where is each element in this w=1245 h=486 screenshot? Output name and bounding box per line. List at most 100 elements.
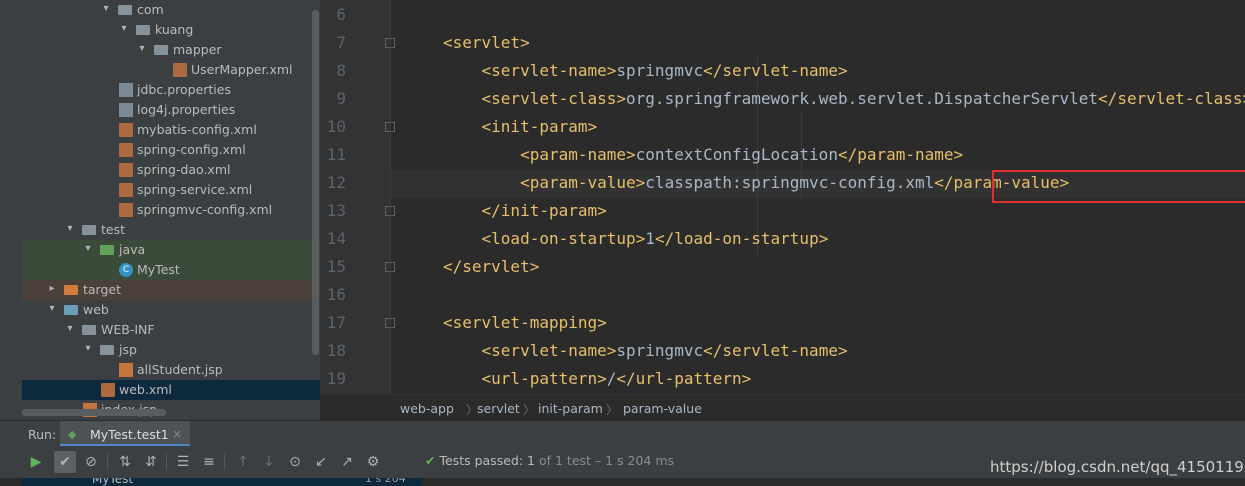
properties-file-icon (119, 103, 133, 117)
next-test-icon[interactable]: ↓ (258, 451, 280, 473)
tree-item-label: spring-dao.xml (137, 162, 231, 177)
chevron-down-icon[interactable]: ▾ (46, 302, 58, 316)
code-line[interactable]: <init-param> (443, 113, 598, 141)
code-line[interactable]: </init-param> (443, 197, 607, 225)
xml-file-icon (119, 143, 133, 157)
sort-by-duration-icon[interactable]: ⇵ (140, 451, 162, 473)
code-line[interactable]: <servlet-class>org.springframework.web.s… (443, 85, 1245, 113)
tree-item-label: jsp (119, 342, 137, 357)
import-tests-icon[interactable]: ↙ (310, 451, 332, 473)
tree-item[interactable]: web.xml (22, 380, 320, 400)
tree-item-label: springmvc-config.xml (137, 202, 273, 217)
tree-item-label: spring-config.xml (137, 142, 246, 157)
tests-status: ✔ Tests passed: 1 of 1 test – 1 s 204 ms (425, 453, 675, 468)
breadcrumb: web-app 〉 servlet 〉 init-param 〉 param-v… (320, 394, 1245, 421)
line-number: 14 (326, 229, 346, 248)
breadcrumb-item-web-app[interactable]: web-app (400, 401, 454, 416)
chevron-down-icon[interactable]: ▾ (118, 22, 130, 36)
tree-item[interactable]: jdbc.properties (0, 80, 320, 100)
line-number: 6 (336, 5, 346, 24)
tree-item[interactable]: ▾ mapper (0, 40, 320, 60)
rerun-icon[interactable]: ▶ (25, 451, 47, 473)
run-tool-window-header: Run: ◆ MyTest.test1 × (0, 420, 1245, 447)
chevron-down-icon[interactable]: ▾ (136, 42, 148, 56)
folder-icon (136, 25, 150, 35)
tree-item[interactable]: ▾ com (0, 0, 320, 20)
tree-item-label: web (83, 302, 109, 317)
tree-item[interactable]: ▾ jsp (0, 340, 320, 360)
tree-item[interactable]: allStudent.jsp (0, 360, 320, 380)
code-line[interactable]: </servlet> (443, 253, 539, 281)
sort-alphabetically-icon[interactable]: ⇅ (114, 451, 136, 473)
test-history-icon[interactable]: ⊙ (284, 451, 306, 473)
breadcrumb-item-init-param[interactable]: init-param (538, 401, 603, 416)
tree-horizontal-scrollbar[interactable] (22, 409, 166, 416)
tree-item[interactable]: spring-dao.xml (0, 160, 320, 180)
tree-item-label: test (101, 222, 126, 237)
code-line[interactable]: <param-name>contextConfigLocation</param… (443, 141, 963, 169)
chevron-down-icon[interactable]: ▾ (100, 2, 112, 16)
gear-icon[interactable]: ⚙ (362, 451, 384, 473)
expand-all-icon[interactable]: ☰ (172, 451, 194, 473)
tree-item[interactable]: mybatis-config.xml (0, 120, 320, 140)
line-number: 16 (326, 285, 346, 304)
line-number: 18 (326, 341, 346, 360)
tree-item[interactable]: ▸ target (22, 280, 320, 300)
tree-item[interactable]: ▾ web (0, 300, 320, 320)
check-icon: ✔ (425, 453, 436, 468)
tree-item-label: target (83, 282, 122, 297)
tree-item[interactable]: UserMapper.xml (0, 60, 320, 80)
line-number-gutter: 6 7 8 9 10 11 12 13 14 15 16 17 18 19 (320, 0, 395, 394)
close-icon[interactable]: × (172, 427, 182, 441)
tree-item-label: spring-service.xml (137, 182, 253, 197)
code-line[interactable]: <url-pattern>/</url-pattern> (443, 365, 752, 393)
export-tests-icon[interactable]: ↗ (336, 451, 358, 473)
tree-item[interactable]: ▾ test (0, 220, 320, 240)
tree-item[interactable]: springmvc-config.xml (0, 200, 320, 220)
test-result-row[interactable]: MyTest 1 s 204 ms (22, 478, 422, 486)
tree-item[interactable]: ▾ WEB-INF (0, 320, 320, 340)
source-folder-icon (100, 245, 114, 255)
tree-item[interactable]: C MyTest (22, 260, 320, 280)
tree-item[interactable]: ▾ kuang (0, 20, 320, 40)
chevron-down-icon[interactable]: ▾ (64, 322, 76, 336)
tree-item-label: allStudent.jsp (137, 362, 223, 377)
breadcrumb-item-servlet[interactable]: servlet (477, 401, 520, 416)
code-line[interactable]: <load-on-startup>1</load-on-startup> (443, 225, 829, 253)
code-line[interactable]: <servlet-name>springmvc</servlet-name> (443, 57, 848, 85)
line-number: 12 (326, 173, 346, 192)
test-results-tree: MyTest 1 s 204 ms (0, 478, 1245, 486)
code-line[interactable]: <servlet> (443, 29, 530, 57)
tab-mytest-test1[interactable]: ◆ MyTest.test1 × (60, 421, 190, 447)
code-line[interactable]: <servlet-mapping> (443, 309, 607, 337)
folder-icon (118, 5, 132, 15)
code-line[interactable]: <servlet-name>springmvc</servlet-name> (443, 337, 848, 365)
tree-item[interactable]: spring-service.xml (0, 180, 320, 200)
tree-item-label: web.xml (119, 382, 172, 397)
watermark: https://blog.csdn.net/qq_41501190 (990, 458, 1245, 476)
tree-item[interactable]: log4j.properties (0, 100, 320, 120)
line-number: 9 (336, 89, 346, 108)
tree-vertical-scrollbar[interactable] (312, 10, 319, 355)
breadcrumb-item-param-value[interactable]: param-value (623, 401, 702, 416)
line-number: 15 (326, 257, 346, 276)
chevron-down-icon[interactable]: ▾ (64, 222, 76, 236)
chevron-down-icon[interactable]: ▾ (82, 342, 94, 356)
code-editor[interactable]: 6 7 8 9 10 11 12 13 14 15 16 17 18 19 <servlet> <serv… (320, 0, 1245, 394)
tree-item[interactable]: spring-config.xml (0, 140, 320, 160)
tree-item[interactable]: ▾ java (22, 240, 320, 260)
folder-icon (82, 325, 96, 335)
collapse-all-icon[interactable]: ≡ (198, 451, 220, 473)
folder-icon (154, 45, 168, 55)
code-line[interactable]: <param-value>classpath:springmvc-config.… (443, 169, 1069, 197)
tree-item-label: com (137, 2, 164, 17)
chevron-right-icon[interactable]: ▸ (46, 282, 58, 296)
folder-icon (82, 225, 96, 235)
show-passed-icon[interactable]: ✔ (54, 451, 76, 473)
xml-file-icon (173, 63, 187, 77)
line-number: 10 (326, 117, 346, 136)
previous-test-icon[interactable]: ↑ (232, 451, 254, 473)
show-ignored-icon[interactable]: ⊘ (80, 451, 102, 473)
tree-item-label: UserMapper.xml (191, 62, 293, 77)
chevron-down-icon[interactable]: ▾ (82, 242, 94, 256)
